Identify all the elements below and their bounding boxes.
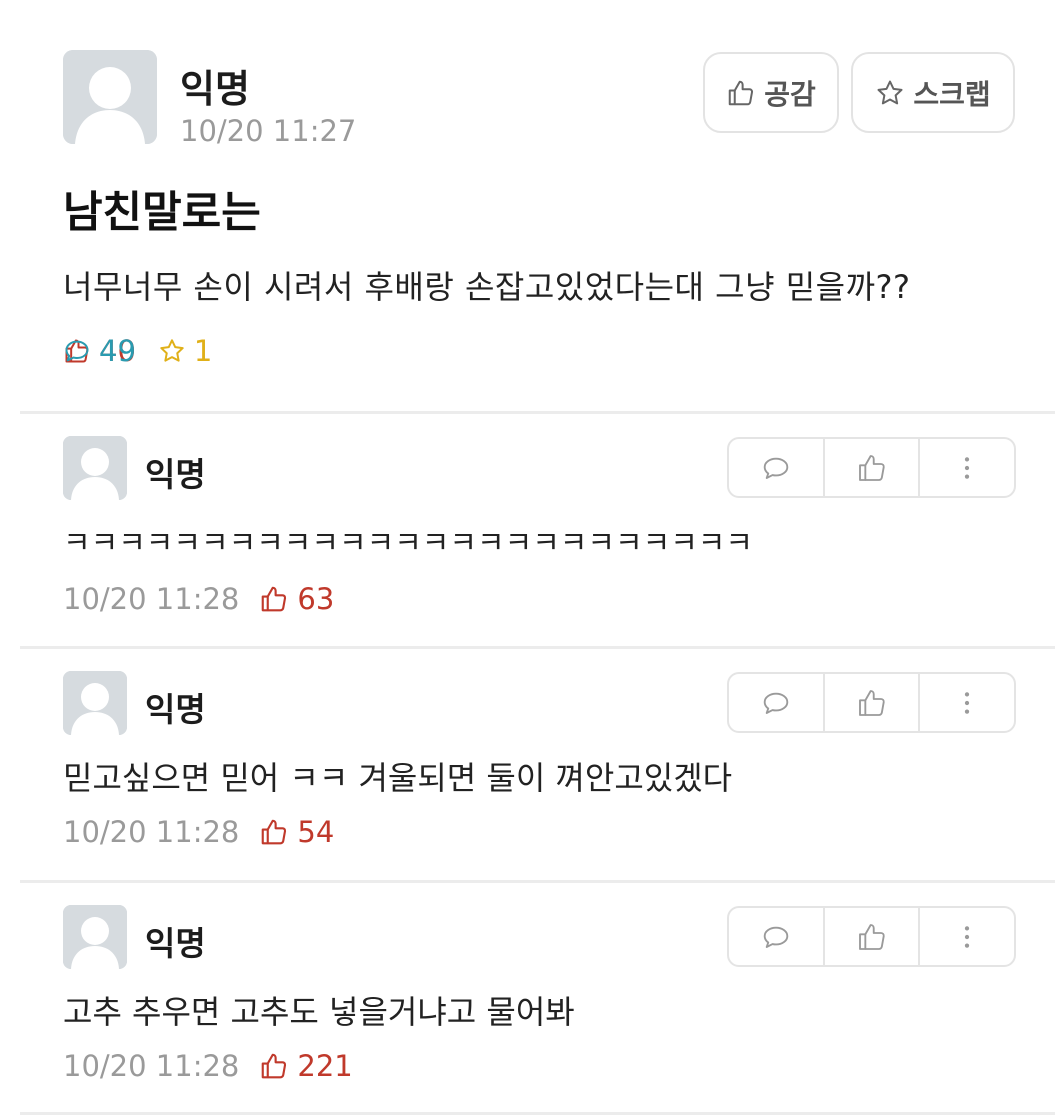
comment-item: 익명 믿고싶으면 믿어 ㅋㅋ 겨울되면 둘이 껴안고있겠다 10/20 11:2… xyxy=(0,649,1055,881)
comment-avatar xyxy=(63,905,127,969)
comment-like-count: 63 xyxy=(259,582,334,616)
comment-actions xyxy=(727,672,1016,733)
thumbs-up-icon xyxy=(858,689,885,716)
comment-like-count-value: 63 xyxy=(297,582,335,616)
comment-avatar xyxy=(63,671,127,735)
default-avatar-icon xyxy=(63,671,127,735)
reply-button[interactable] xyxy=(729,439,823,496)
thumbs-up-icon xyxy=(262,1053,287,1079)
speech-bubble-icon xyxy=(763,926,789,948)
post-title: 남친말로는 xyxy=(63,188,261,238)
more-vertical-icon xyxy=(965,691,970,714)
post-timestamp: 10/20 11:27 xyxy=(180,114,357,148)
post: 익명 10/20 11:27 공감 스크랩 남친말로는 너무너무 손이 시려서 … xyxy=(0,0,1055,414)
comment-count-value: 49 xyxy=(99,334,136,368)
thumbs-up-icon xyxy=(262,819,287,845)
default-avatar-icon xyxy=(63,50,157,144)
comment-author: 익명 xyxy=(145,690,206,729)
comment-item: 익명 고추 추우면 고추도 넣을거냐고 물어봐 10/20 11:28 221 xyxy=(0,883,1055,1115)
comment-timestamp: 10/20 11:28 xyxy=(63,815,240,849)
reply-button[interactable] xyxy=(729,908,823,965)
comment-text: ㅋㅋㅋㅋㅋㅋㅋㅋㅋㅋㅋㅋㅋㅋㅋㅋㅋㅋㅋㅋㅋㅋㅋㅋㅋ xyxy=(63,526,753,561)
comment-actions xyxy=(727,906,1016,967)
post-author: 익명 xyxy=(180,67,250,111)
comment-author: 익명 xyxy=(145,924,206,963)
comment-actions xyxy=(727,437,1016,498)
comment-like-count-value: 221 xyxy=(297,1049,353,1083)
default-avatar-icon xyxy=(63,436,127,500)
more-vertical-icon xyxy=(965,925,970,948)
comment-like-button[interactable] xyxy=(822,674,919,731)
comment-text: 믿고싶으면 믿어 ㅋㅋ 겨울되면 둘이 껴안고있겠다 xyxy=(63,759,733,797)
comment-like-button[interactable] xyxy=(822,908,919,965)
thumbs-up-icon xyxy=(858,454,885,481)
comment-like-count-value: 54 xyxy=(297,815,335,849)
more-options-button[interactable] xyxy=(918,439,1014,496)
comment-timestamp: 10/20 11:28 xyxy=(63,1049,240,1083)
post-stats: 40 49 1 xyxy=(63,333,234,369)
comment-timestamp: 10/20 11:28 xyxy=(63,582,240,616)
more-options-button[interactable] xyxy=(918,674,1014,731)
speech-bubble-icon xyxy=(763,692,789,714)
thumbs-up-icon xyxy=(728,80,754,105)
more-vertical-icon xyxy=(965,456,970,479)
comment-author: 익명 xyxy=(145,455,206,494)
comment-like-count: 54 xyxy=(259,815,334,849)
thumbs-up-icon xyxy=(262,586,287,612)
comment-like-button[interactable] xyxy=(822,439,919,496)
reply-button[interactable] xyxy=(729,674,823,731)
comment-meta: 10/20 11:28 54 xyxy=(63,815,334,849)
speech-bubble-icon xyxy=(763,457,789,479)
more-options-button[interactable] xyxy=(918,908,1014,965)
scrap-button[interactable]: 스크랩 xyxy=(851,52,1015,133)
thumbs-up-icon xyxy=(858,923,885,950)
comment-meta: 10/20 11:28 221 xyxy=(63,1049,353,1083)
empathy-button[interactable]: 공감 xyxy=(703,52,839,133)
comment-avatar xyxy=(63,436,127,500)
comment-like-count: 221 xyxy=(259,1049,353,1083)
star-icon xyxy=(877,80,903,104)
empathy-button-label: 공감 xyxy=(764,77,816,111)
post-avatar xyxy=(63,50,157,144)
scrap-button-label: 스크랩 xyxy=(913,77,991,111)
comment-item: 익명 ㅋㅋㅋㅋㅋㅋㅋㅋㅋㅋㅋㅋㅋㅋㅋㅋㅋㅋㅋㅋㅋㅋㅋㅋㅋ 10/20 11:28 xyxy=(0,414,1055,646)
default-avatar-icon xyxy=(63,905,127,969)
speech-bubble-icon xyxy=(65,340,89,362)
comment-text: 고추 추우면 고추도 넣을거냐고 물어봐 xyxy=(63,993,575,1031)
divider xyxy=(20,1112,1055,1115)
comment-meta: 10/20 11:28 63 xyxy=(63,582,334,616)
